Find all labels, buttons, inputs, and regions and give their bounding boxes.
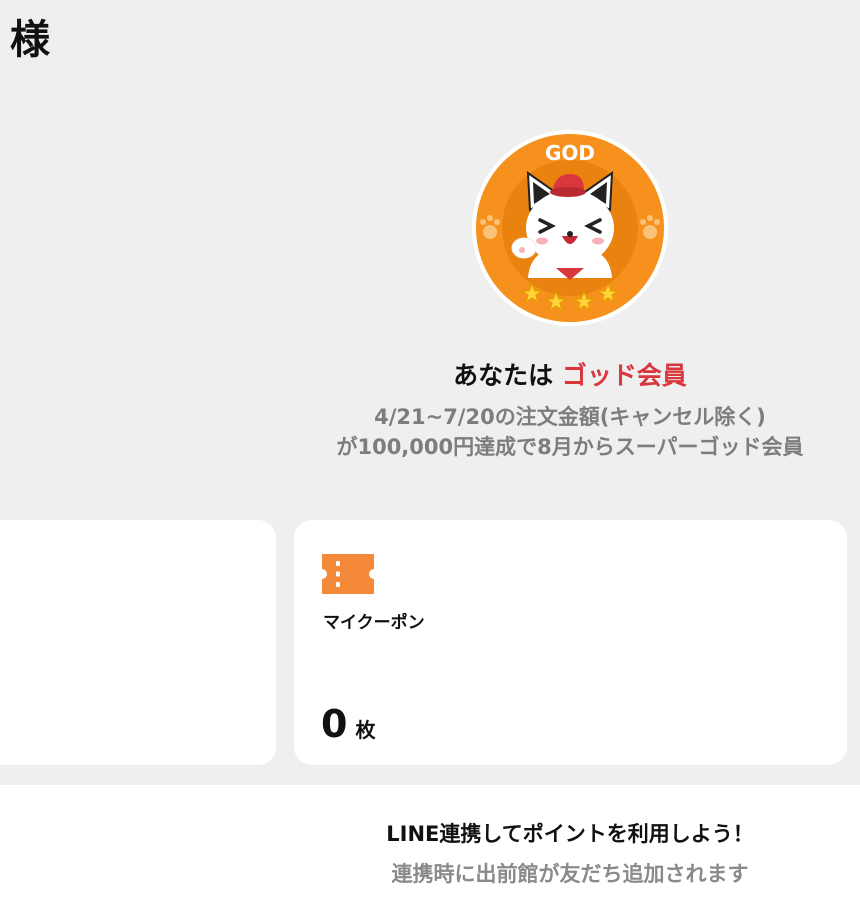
line-link-title: LINE連携してポイントを利用しよう！ bbox=[386, 822, 754, 846]
membership-status: あなたは ゴッド会員 bbox=[0, 359, 860, 393]
upgrade-condition-line1: 4/21~7/20の注文金額(キャンセル除く) bbox=[374, 405, 766, 429]
member-status-section: 様 GOD あなたは ゴッド会員 4/21~7/20の注文金額(キャンセル除く)… bbox=[0, 0, 860, 785]
upgrade-condition-line2: が100,000円達成で8月からスーパーゴッド会員 bbox=[336, 435, 804, 459]
coupon-title: マイクーポン bbox=[323, 613, 425, 633]
line-link-banner[interactable]: LINE連携してポイントを利用しよう！ 連携時に出前館が友だち追加されます bbox=[0, 785, 860, 899]
coupon-count: 0 枚 bbox=[321, 702, 375, 746]
membership-rank: ゴッド会員 bbox=[561, 361, 687, 390]
line-link-subtitle: 連携時に出前館が友だち追加されます bbox=[391, 862, 749, 886]
ticket-icon bbox=[322, 554, 374, 594]
god-member-badge: GOD bbox=[470, 128, 670, 328]
points-card[interactable] bbox=[0, 520, 276, 765]
upgrade-condition: 4/21~7/20の注文金額(キャンセル除く) が100,000円達成で8月から… bbox=[0, 402, 860, 462]
user-name-suffix: 様 bbox=[10, 17, 50, 63]
badge-label: GOD bbox=[545, 141, 595, 165]
membership-prefix: あなたは bbox=[453, 361, 554, 390]
coupon-count-unit: 枚 bbox=[355, 718, 376, 742]
god-cat-badge-icon: GOD bbox=[472, 130, 668, 326]
my-coupon-card[interactable]: マイクーポン 0 枚 bbox=[294, 520, 847, 765]
coupon-count-value: 0 bbox=[321, 702, 348, 746]
